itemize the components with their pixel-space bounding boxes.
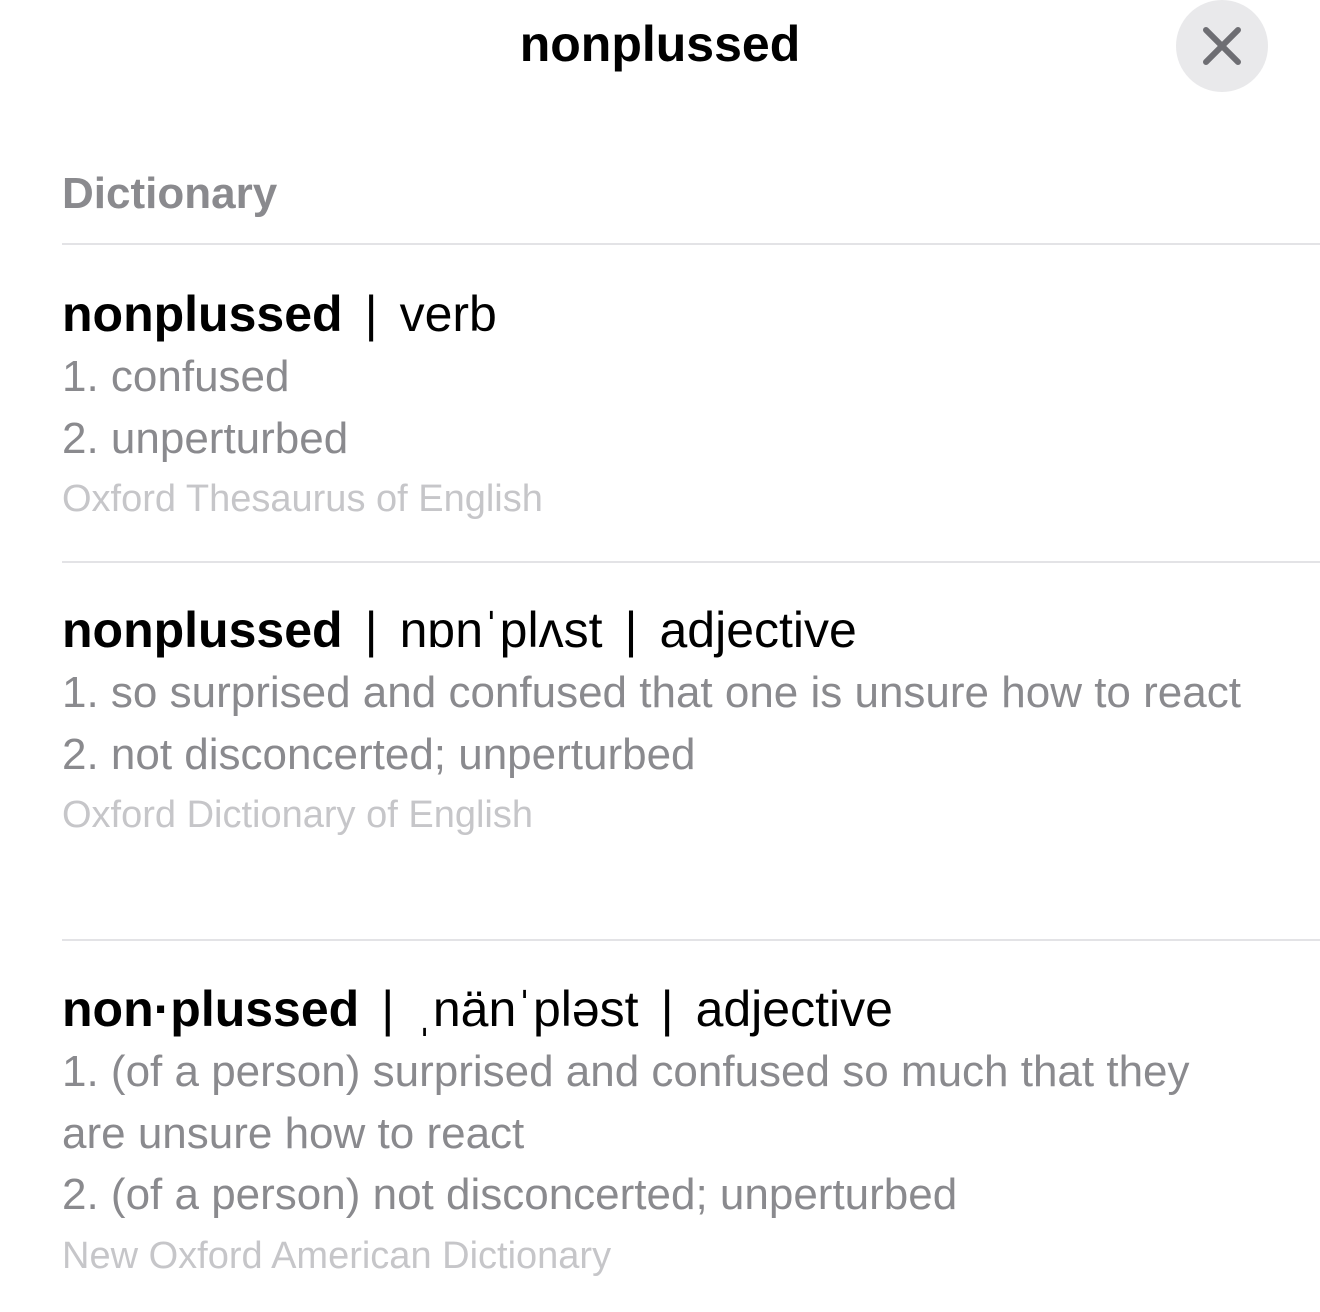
section-title: Dictionary (62, 169, 278, 218)
pronunciation: nɒnˈplʌst (399, 602, 603, 658)
definition: 2. not disconcerted; unperturbed (62, 729, 696, 779)
part-of-speech: adjective (659, 602, 857, 658)
separator: | (381, 981, 395, 1037)
entry-word: non·plussed (62, 981, 360, 1037)
definition: 2. unperturbed (62, 413, 349, 463)
close-icon (1203, 27, 1241, 65)
separator: | (660, 981, 674, 1037)
divider (62, 939, 1320, 941)
close-button[interactable] (1176, 0, 1268, 92)
dictionary-entry[interactable]: nonplussed | nɒnˈplʌst | adjective 1. so sur… (62, 598, 1262, 845)
separator: | (364, 602, 378, 658)
entry-source: New Oxford American Dictionary (62, 1234, 612, 1277)
entry-heading: non·plussed | ˌnänˈpləst | adjective (62, 977, 1262, 1041)
entry-source: Oxford Dictionary of English (62, 794, 533, 836)
separator: | (364, 286, 378, 342)
definition: 1. so surprised and confused that one is… (62, 668, 1241, 717)
entry-heading: nonplussed | verb (62, 282, 1262, 346)
pronunciation: ˌnänˈpləst (416, 981, 639, 1037)
entry-source: Oxford Thesaurus of English (62, 478, 543, 520)
divider (62, 561, 1320, 563)
definition: 2. (of a person) not disconcerted; unper… (62, 1170, 958, 1219)
definition: 1. confused (62, 352, 290, 401)
entry-heading: nonplussed | nɒnˈplʌst | adjective (62, 598, 1262, 662)
separator: | (624, 602, 638, 658)
dictionary-entry[interactable]: non·plussed | ˌnänˈpləst | adjective 1. (of … (62, 977, 1262, 1286)
part-of-speech: adjective (695, 981, 893, 1037)
page-title: nonplussed (519, 16, 801, 72)
divider (62, 243, 1320, 245)
part-of-speech: verb (399, 286, 497, 342)
entry-word: nonplussed (62, 602, 343, 658)
header-bar: nonplussed (0, 0, 1320, 100)
definition: 1. (of a person) surprised and confused … (62, 1047, 1190, 1158)
entry-word: nonplussed (62, 286, 343, 342)
dictionary-entry[interactable]: nonplussed | verb 1. confused 2. unperturb… (62, 282, 1262, 529)
